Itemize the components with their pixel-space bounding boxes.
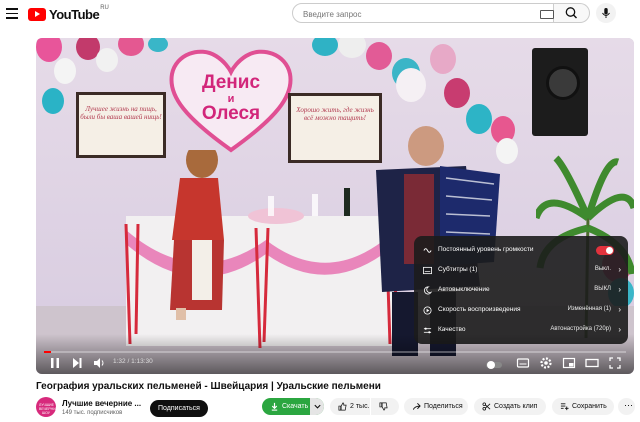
volume-button[interactable]	[92, 356, 106, 370]
heart-sign: Денис и Олеся	[169, 49, 293, 153]
dislike-button[interactable]	[371, 398, 399, 415]
menu-value: Изменённая (1)	[567, 306, 611, 312]
share-icon	[412, 403, 421, 410]
performer-woman	[170, 150, 224, 320]
chevron-right-icon: ›	[618, 265, 621, 274]
menu-item-stable-volume[interactable]: Постоянный уровень громкости	[414, 241, 628, 260]
search-box	[292, 3, 554, 24]
balloon	[396, 68, 426, 102]
search-input[interactable]	[293, 4, 535, 24]
avatar-text: ЛУЧШИЕ ВЕЧЕРНИЕ ШОУ	[39, 403, 56, 415]
masthead: YouTube RU	[0, 0, 640, 28]
menu-label: Качество	[438, 326, 466, 333]
balloon	[366, 42, 392, 70]
clip-label: Создать клип	[494, 403, 538, 410]
theater-mode-button[interactable]	[585, 356, 599, 370]
balloon	[444, 78, 470, 108]
settings-menu: Постоянный уровень громкости Субтитры (1…	[414, 236, 628, 344]
thumbs-up-icon	[338, 402, 347, 411]
settings-button[interactable]	[539, 356, 553, 370]
balloon	[430, 44, 456, 74]
menu-label: Скорость воспроизведения	[438, 306, 521, 313]
share-label: Поделиться	[424, 403, 463, 410]
volume-stable-icon	[423, 248, 432, 253]
chevron-right-icon: ›	[618, 305, 621, 314]
subtitles-button[interactable]	[516, 356, 530, 370]
wall-frame-right: Хорошо жить, где жизнь всё можно тащить!	[288, 93, 382, 163]
play-pause-button[interactable]	[48, 356, 62, 370]
subtitles-icon	[423, 266, 432, 275]
channel-avatar[interactable]: ЛУЧШИЕ ВЕЧЕРНИЕ ШОУ	[36, 397, 56, 417]
save-button[interactable]: Сохранить	[552, 398, 614, 415]
thumbs-down-icon	[379, 402, 388, 411]
autoplay-toggle[interactable]	[486, 358, 502, 372]
balloon	[96, 48, 118, 72]
playback-speed-icon	[423, 306, 432, 315]
menu-label: Постоянный уровень громкости	[438, 246, 534, 253]
menu-value: Автонастройка (720p)	[550, 326, 611, 332]
speaker	[532, 48, 588, 136]
menu-label: Автовыключение	[438, 286, 490, 293]
sleep-timer-icon	[423, 286, 432, 295]
time-current: 1:32	[113, 358, 126, 365]
download-options-button[interactable]	[310, 398, 324, 415]
frame-text-left: Лучшее жизнь на пищь, были бы ваша вашей…	[80, 105, 162, 121]
heart-name1: Денис	[202, 72, 260, 93]
channel-name[interactable]: Лучшие вечерние ...	[62, 399, 141, 408]
video-title: География уральских пельменей - Швейцари…	[36, 381, 381, 392]
microphone-icon	[602, 8, 610, 18]
search-icon	[565, 7, 577, 19]
video-player[interactable]: Денис и Олеся Лучшее жизнь на пищь, были…	[36, 38, 634, 374]
table-items	[248, 188, 350, 224]
clip-button[interactable]: Создать клип	[474, 398, 546, 415]
voice-search-button[interactable]	[596, 3, 616, 23]
stable-volume-toggle[interactable]	[596, 246, 614, 255]
download-label: Скачать	[282, 403, 309, 410]
subscriber-count: 149 тыс. подписчиков	[62, 410, 123, 416]
share-button[interactable]: Поделиться	[404, 398, 468, 415]
chevron-right-icon: ›	[618, 325, 621, 334]
keyboard-icon[interactable]	[540, 10, 554, 19]
menu-item-sleep-timer[interactable]: Автовыключение ВЫКЛ ›	[414, 281, 628, 300]
miniplayer-button[interactable]	[562, 356, 576, 370]
menu-value: Выкл.	[594, 266, 611, 272]
heart-name2: Олеся	[202, 103, 260, 124]
fullscreen-button[interactable]	[608, 356, 622, 370]
chevron-right-icon: ›	[618, 285, 621, 294]
chevron-down-icon	[314, 404, 321, 409]
logo-region: RU	[100, 5, 109, 11]
like-count: 2 тыс.	[350, 403, 370, 410]
progress-fill	[44, 351, 51, 353]
download-icon	[271, 402, 278, 411]
menu-icon[interactable]	[6, 8, 18, 19]
menu-item-subtitles[interactable]: Субтитры (1) Выкл. ›	[414, 261, 628, 280]
time-total: 1:13:30	[131, 358, 153, 365]
frame-text-right: Хорошо жить, где жизнь всё можно тащить!	[296, 106, 374, 122]
menu-value: ВЫКЛ	[594, 286, 611, 292]
subscribe-button[interactable]: Подписаться	[150, 400, 208, 417]
scissors-icon	[482, 402, 491, 411]
youtube-play-icon	[28, 7, 46, 21]
menu-label: Субтитры (1)	[438, 266, 478, 273]
save-playlist-icon	[560, 403, 569, 411]
logo-text: YouTube	[49, 6, 100, 22]
more-actions-button[interactable]: ⋯	[618, 398, 635, 415]
youtube-logo[interactable]: YouTube RU	[28, 5, 109, 22]
more-horizontal-icon: ⋯	[624, 400, 633, 410]
like-button[interactable]: 2 тыс.	[330, 398, 370, 415]
progress-bar[interactable]	[44, 351, 626, 353]
balloon	[54, 58, 76, 84]
save-label: Сохранить	[572, 403, 607, 410]
time-display: 1:32 / 1:13:30	[113, 358, 153, 365]
search-button[interactable]	[554, 3, 590, 23]
wall-frame-left: Лучшее жизнь на пищь, были бы ваша вашей…	[76, 92, 166, 158]
menu-item-playback-speed[interactable]: Скорость воспроизведения Изменённая (1) …	[414, 301, 628, 320]
next-button[interactable]	[70, 356, 84, 370]
balloon	[42, 88, 64, 114]
